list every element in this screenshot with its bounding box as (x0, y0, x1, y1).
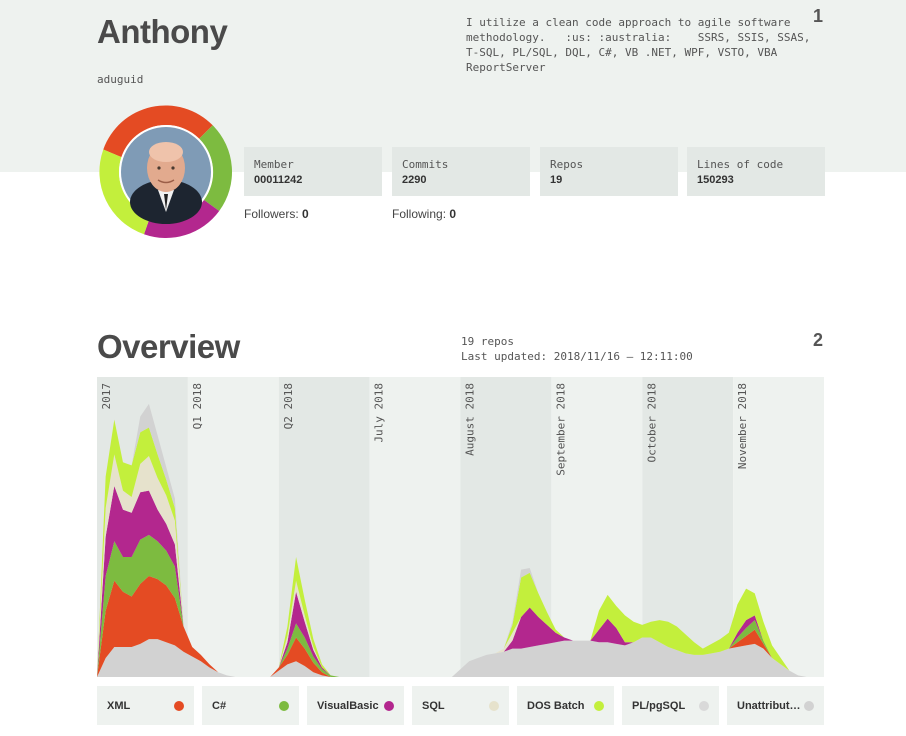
legend-color-dot (699, 700, 709, 711)
profile-name: Anthony (97, 13, 228, 50)
legend-label: VisualBasic (317, 699, 379, 712)
legend-label: XML (107, 699, 131, 712)
page-number-2: 2 (813, 330, 824, 350)
profile-bio: I utilize a clean code approach to agile… (466, 16, 811, 74)
followers-count: 0 (302, 207, 309, 221)
legend-label: DOS Batch (527, 699, 585, 712)
legend-color-dot (594, 700, 604, 711)
stat-label: Member (254, 158, 294, 171)
overview-title: Overview (97, 328, 240, 365)
language-timeline-chart: 2017 Q1 2018 Q2 2018 July 2018 August 2018 Se… (97, 377, 824, 677)
legend-label: SQL (422, 699, 445, 712)
followers-label: Followers: (244, 207, 299, 221)
last-updated-text: Last updated: 2018/11/16 – 12:11:00 (461, 350, 693, 363)
legend-label: Unattributed (737, 699, 801, 712)
legend-item-visualbasic[interactable]: VisualBasic (307, 686, 404, 725)
legend-color-dot (279, 700, 289, 711)
stat-lines-of-code: Lines of code 150293 (687, 147, 825, 196)
time-label: July 2018 (373, 383, 386, 443)
stat-member: Member 00011242 (244, 147, 382, 196)
stat-value: 00011242 (254, 174, 303, 186)
time-label: 2017 (100, 383, 113, 410)
followers[interactable]: Followers: 0 (244, 207, 309, 221)
legend-item-sql[interactable]: SQL (412, 686, 509, 725)
legend-color-dot (804, 700, 814, 711)
legend-item-pl-pgsql[interactable]: PL/pgSQL (622, 686, 719, 725)
legend-item-xml[interactable]: XML (97, 686, 194, 725)
legend-item-unattributed[interactable]: Unattributed (727, 686, 824, 725)
legend-color-dot (174, 700, 184, 711)
avatar (99, 105, 233, 238)
time-label: October 2018 (645, 383, 658, 462)
stat-label: Commits (402, 158, 449, 171)
legend-item-dos-batch[interactable]: DOS Batch (517, 686, 614, 725)
legend-item-c-[interactable]: C# (202, 686, 299, 725)
stat-repos: Repos 19 (540, 147, 678, 196)
time-label: September 2018 (554, 383, 567, 476)
repos-count-text: 19 repos (461, 335, 514, 348)
following-label: Following: (392, 207, 447, 221)
stat-label: Repos (550, 158, 584, 171)
profile-login: aduguid (97, 73, 144, 86)
stat-value: 150293 (697, 174, 734, 186)
stat-label: Lines of code (697, 158, 784, 171)
stat-commits: Commits 2290 (392, 147, 530, 196)
time-label: Q2 2018 (282, 383, 295, 429)
time-label: November 2018 (736, 383, 749, 469)
following-count: 0 (449, 207, 457, 221)
legend-color-dot (489, 700, 499, 711)
legend-label: C# (212, 699, 227, 712)
legend-label: PL/pgSQL (632, 699, 686, 712)
time-label: August 2018 (464, 383, 477, 456)
stat-value: 19 (550, 174, 563, 186)
stat-value: 2290 (402, 174, 427, 186)
page-number-1: 1 (813, 6, 824, 26)
legend-color-dot (384, 700, 394, 711)
overview-meta: 19 repos Last updated: 2018/11/16 – 12:1… (461, 334, 693, 364)
time-label: Q1 2018 (191, 383, 204, 429)
following[interactable]: Following: 0 (392, 207, 456, 221)
